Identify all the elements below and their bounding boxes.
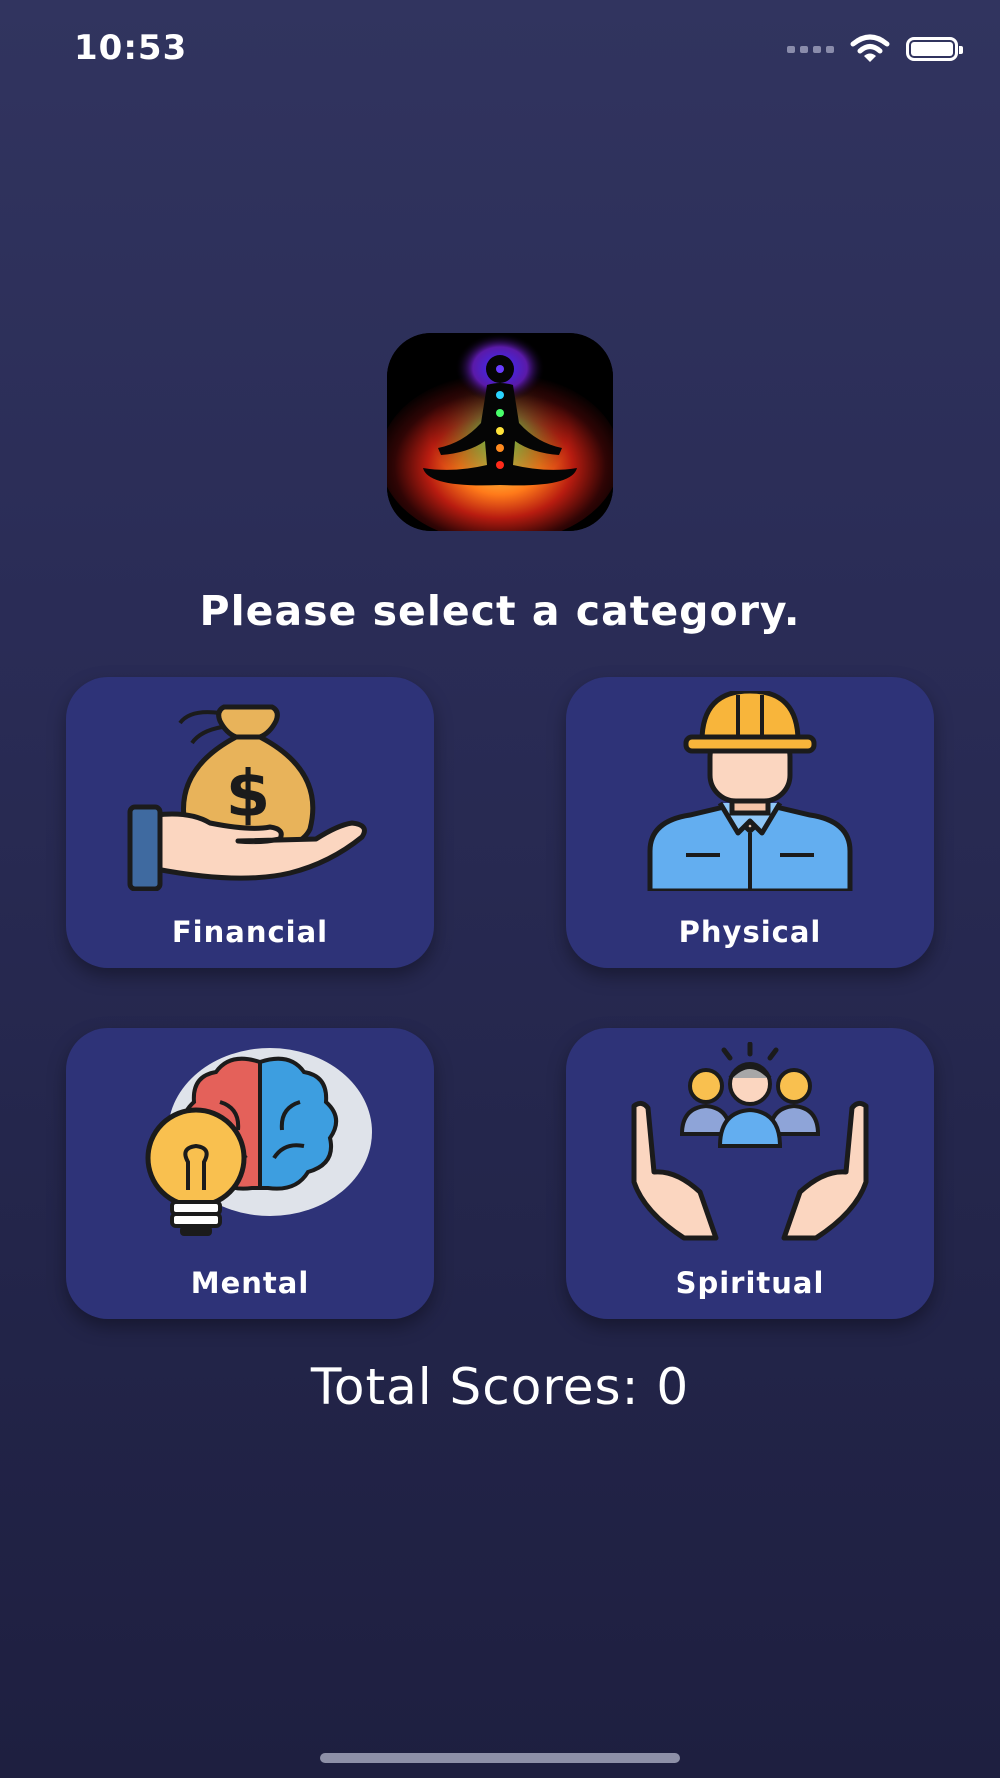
category-label: Financial	[171, 915, 329, 949]
category-label: Spiritual	[675, 1266, 825, 1300]
wifi-icon	[850, 34, 890, 62]
category-card-spiritual[interactable]: Spiritual	[566, 1028, 934, 1319]
total-scores-value: 0	[656, 1358, 690, 1416]
total-scores-label: Total Scores:	[310, 1358, 640, 1416]
hands-people-icon	[631, 1042, 869, 1241]
money-bag-hand-icon: $	[127, 704, 367, 891]
worker-hardhat-icon	[647, 691, 853, 891]
category-card-financial[interactable]: $ Financial	[66, 677, 434, 968]
status-time: 10:53	[74, 28, 188, 68]
category-label: Physical	[678, 915, 822, 949]
brain-lightbulb-icon	[145, 1048, 372, 1236]
svg-text:$: $	[226, 758, 271, 832]
home-indicator[interactable]	[320, 1753, 680, 1763]
total-scores: Total Scores: 0	[0, 1358, 1000, 1416]
category-label: Mental	[190, 1266, 310, 1300]
meditation-chakra-icon	[387, 333, 613, 531]
battery-icon	[906, 37, 963, 61]
category-card-physical[interactable]: Physical	[566, 677, 934, 968]
category-card-mental[interactable]: Mental	[66, 1028, 434, 1319]
status-icons	[787, 34, 963, 64]
page-title: Please select a category.	[199, 587, 801, 635]
cellular-signal-icon	[787, 45, 834, 53]
